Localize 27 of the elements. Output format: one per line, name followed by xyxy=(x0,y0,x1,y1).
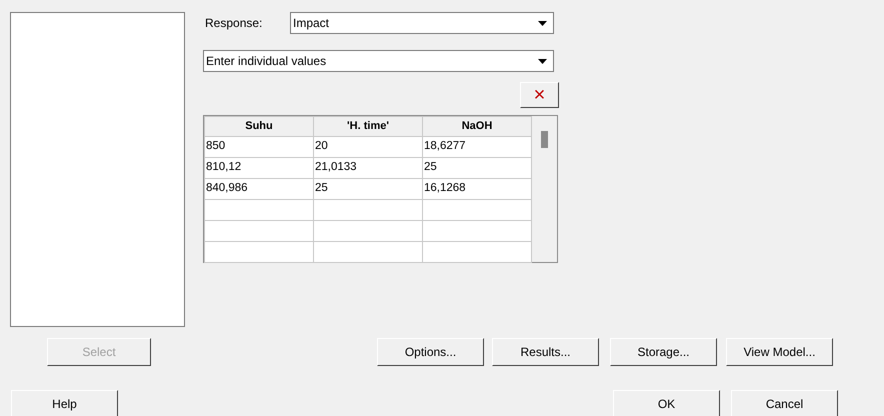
table-cell: 25 xyxy=(422,158,532,178)
scrollbar-thumb[interactable] xyxy=(541,131,548,148)
storage-button[interactable]: Storage... xyxy=(610,338,717,366)
response-label: Response: xyxy=(205,15,264,32)
dropdown-arrow-icon xyxy=(538,20,547,26)
results-button[interactable]: Results... xyxy=(492,338,599,366)
column-header[interactable]: 'H. time' xyxy=(314,116,422,136)
view-model-button[interactable]: View Model... xyxy=(726,338,833,366)
entry-mode-dropdown[interactable]: Enter individual values xyxy=(203,50,554,72)
ok-button[interactable]: OK xyxy=(613,390,720,416)
variables-list[interactable] xyxy=(10,12,185,327)
cancel-button[interactable]: Cancel xyxy=(731,390,838,416)
table-cell: 20 xyxy=(314,136,422,158)
table-cell: 16,1268 xyxy=(422,178,532,200)
table-cell: 840,986 xyxy=(204,178,314,200)
table-cell: 25 xyxy=(314,178,422,200)
table-cell: 850 xyxy=(204,136,314,158)
column-header[interactable]: NaOH xyxy=(422,116,532,136)
table-cell: 810,12 xyxy=(204,158,314,178)
options-button[interactable]: Options... xyxy=(377,338,484,366)
response-dropdown[interactable]: Impact xyxy=(290,12,554,34)
table-cell: 21,0133 xyxy=(314,158,422,178)
delete-button[interactable]: × xyxy=(520,82,559,108)
dropdown-arrow-icon xyxy=(538,58,547,64)
column-header[interactable]: Suhu xyxy=(204,116,314,136)
help-button[interactable]: Help xyxy=(11,390,118,416)
table-cell: 18,6277 xyxy=(422,136,532,158)
